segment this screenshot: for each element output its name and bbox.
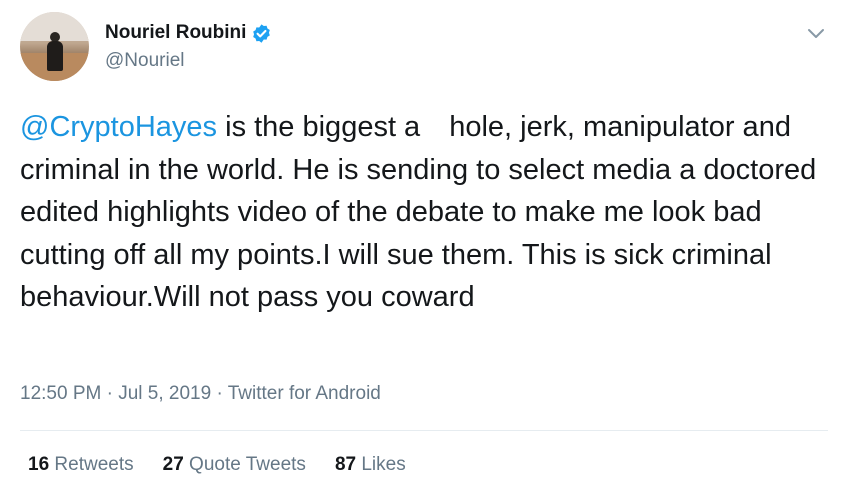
verified-badge-icon <box>251 23 272 44</box>
meta-separator: · <box>101 383 119 404</box>
likes-count: 87 <box>334 454 357 475</box>
quote-tweets-stat[interactable]: 27 Quote Tweets <box>163 454 306 476</box>
retweets-count: 16 <box>28 454 50 475</box>
author-display-name[interactable]: Nouriel Roubini <box>105 22 246 44</box>
tweet-stats: 16 Retweets 27 Quote Tweets 87 Likes <box>28 454 435 476</box>
quote-tweets-label: Quote Tweets <box>189 454 306 475</box>
mention-link[interactable]: @CryptoHayes <box>20 111 217 143</box>
avatar[interactable] <box>20 12 89 81</box>
chevron-down-icon[interactable] <box>805 22 827 44</box>
retweets-label: Retweets <box>54 454 134 475</box>
author-handle[interactable]: @Nouriel <box>105 50 184 72</box>
tweet-source[interactable]: Twitter for Android <box>228 383 381 404</box>
retweets-stat[interactable]: 16 Retweets <box>28 454 134 476</box>
tweet-text: @CryptoHayes is the biggest a hole, jerk… <box>20 106 835 319</box>
quote-tweets-count: 27 <box>162 454 184 475</box>
avatar-figure-body <box>47 41 63 71</box>
likes-label: Likes <box>361 454 406 475</box>
divider <box>20 430 828 431</box>
author-name-row[interactable]: Nouriel Roubini <box>105 22 272 44</box>
meta-separator: · <box>211 383 228 404</box>
tweet-meta: 12:50 PM · Jul 5, 2019 · Twitter for And… <box>20 383 381 405</box>
tweet-time[interactable]: 12:50 PM <box>20 383 101 404</box>
likes-stat[interactable]: 87 Likes <box>335 454 406 476</box>
tweet-date[interactable]: Jul 5, 2019 <box>118 383 211 404</box>
